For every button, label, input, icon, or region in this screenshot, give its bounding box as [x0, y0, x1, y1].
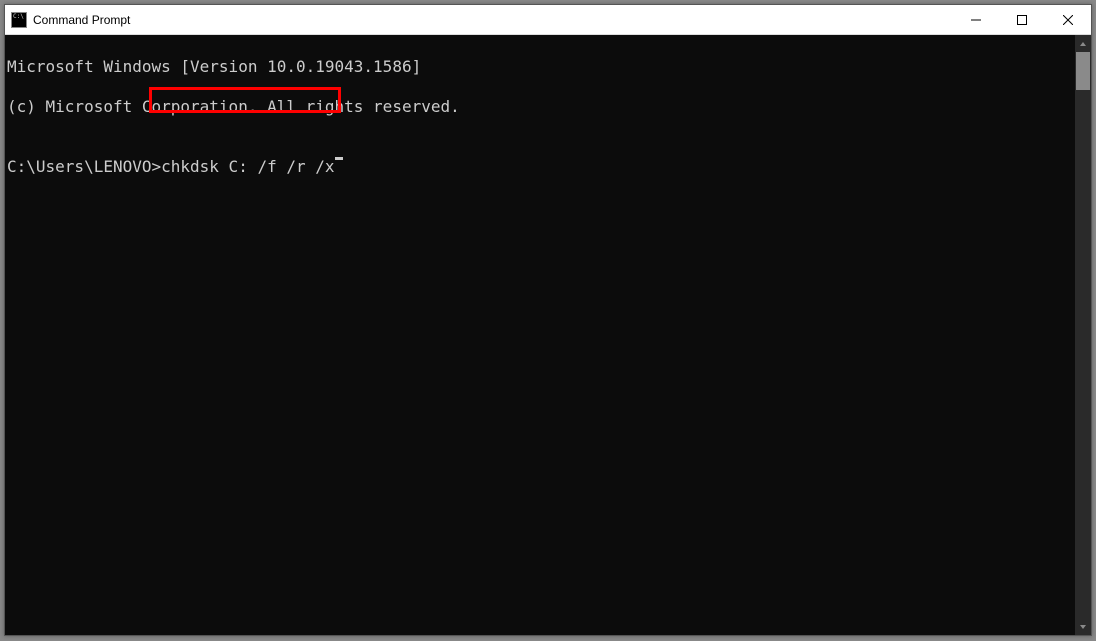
terminal-area: Microsoft Windows [Version 10.0.19043.15…	[5, 35, 1091, 635]
title-bar[interactable]: Command Prompt	[5, 5, 1091, 35]
output-line: (c) Microsoft Corporation. All rights re…	[7, 97, 1073, 117]
chevron-down-icon	[1079, 623, 1087, 631]
cmd-icon	[11, 12, 27, 28]
scroll-down-button[interactable]	[1075, 618, 1091, 635]
maximize-icon	[1017, 15, 1027, 25]
maximize-button[interactable]	[999, 5, 1045, 34]
chevron-up-icon	[1079, 40, 1087, 48]
close-icon	[1063, 15, 1073, 25]
command-text: chkdsk C: /f /r /x	[161, 157, 334, 177]
cursor	[335, 157, 343, 160]
minimize-button[interactable]	[953, 5, 999, 34]
scrollbar-thumb[interactable]	[1076, 52, 1090, 90]
vertical-scrollbar[interactable]	[1075, 35, 1091, 635]
command-prompt-window: Command Prompt Microsoft Windows [Versio…	[4, 4, 1092, 636]
scroll-up-button[interactable]	[1075, 35, 1091, 52]
window-controls	[953, 5, 1091, 34]
window-title: Command Prompt	[33, 13, 130, 27]
minimize-icon	[971, 15, 981, 25]
output-line: Microsoft Windows [Version 10.0.19043.15…	[7, 57, 1073, 77]
prompt-line: C:\Users\LENOVO>chkdsk C: /f /r /x	[7, 157, 1073, 177]
close-button[interactable]	[1045, 5, 1091, 34]
prompt-text: C:\Users\LENOVO>	[7, 157, 161, 177]
terminal[interactable]: Microsoft Windows [Version 10.0.19043.15…	[5, 35, 1075, 635]
